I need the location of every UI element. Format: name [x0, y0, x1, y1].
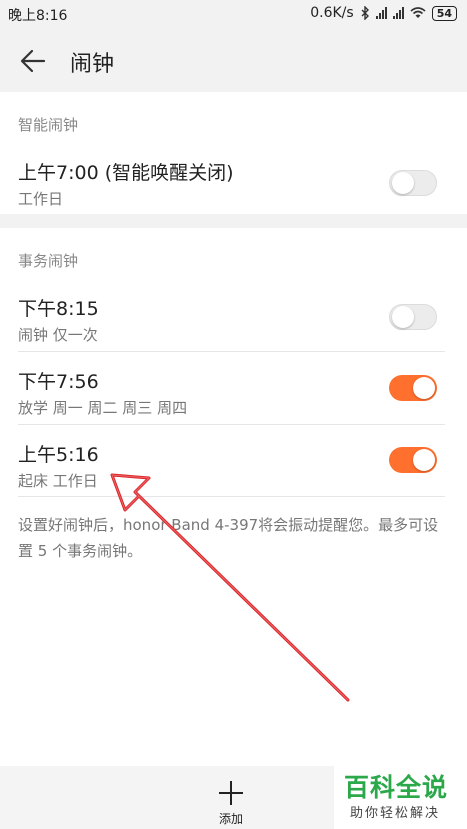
bluetooth-icon [361, 6, 369, 20]
alarm-time: 上午5:16 [18, 444, 99, 466]
plus-icon [219, 781, 243, 805]
toggle-knob [392, 172, 414, 194]
toggle-knob [413, 377, 435, 399]
wifi-icon [410, 7, 426, 18]
toggle-knob [413, 449, 435, 471]
alarm-time: 下午8:15 [18, 298, 99, 320]
divider [18, 424, 445, 425]
add-label: 添加 [218, 812, 243, 826]
alarm-item[interactable]: 下午8:15 闹钟 仅一次 [0, 294, 467, 344]
alarm-subtitle: 起床 工作日 [18, 472, 98, 490]
alarm-toggle[interactable] [389, 447, 437, 473]
watermark: 百科全说 助你轻松解决 [334, 766, 467, 829]
alarm-item[interactable]: 上午5:16 起床 工作日 [0, 440, 467, 490]
toggle-knob [392, 306, 414, 328]
section-header-smart: 智能闹钟 [18, 116, 79, 134]
alarm-time: 下午7:56 [18, 371, 99, 393]
net-speed: 0.6K/s [310, 5, 354, 21]
signal-icon [375, 7, 387, 19]
section-gap [0, 214, 467, 228]
status-icons: 0.6K/s 54 [310, 5, 457, 21]
alarm-item-smart[interactable]: 上午7:00 (智能唤醒关闭) 工作日 [0, 158, 467, 208]
signal-icon-2 [392, 7, 404, 19]
alarm-subtitle: 工作日 [18, 190, 64, 208]
info-note: 设置好闹钟后，honor Band 4-397将会振动提醒您。最多可设置 5 个… [18, 516, 439, 560]
alarm-subtitle: 闹钟 仅一次 [18, 326, 98, 344]
divider [18, 496, 445, 497]
divider [18, 351, 445, 352]
alarm-toggle[interactable] [389, 304, 437, 330]
battery-indicator: 54 [431, 5, 457, 21]
app-bar: 闹钟 [0, 28, 467, 92]
alarm-time: 上午7:00 (智能唤醒关闭) [18, 162, 234, 184]
alarm-item[interactable]: 下午7:56 放学 周一 周二 周三 周四 [0, 367, 467, 417]
watermark-title: 百科全说 [344, 773, 449, 802]
status-time: 晚上8:16 [8, 8, 68, 24]
section-header-event: 事务闹钟 [18, 252, 79, 270]
add-button[interactable]: 添加 [206, 772, 256, 826]
alarm-subtitle: 放学 周一 周二 周三 周四 [18, 399, 188, 417]
arrow-left-icon[interactable] [18, 46, 48, 76]
alarm-toggle[interactable] [389, 375, 437, 401]
alarm-toggle[interactable] [389, 170, 437, 196]
watermark-subtitle: 助你轻松解决 [350, 806, 441, 821]
page-title: 闹钟 [70, 52, 115, 77]
status-bar: 晚上8:16 0.6K/s 54 [0, 0, 467, 28]
